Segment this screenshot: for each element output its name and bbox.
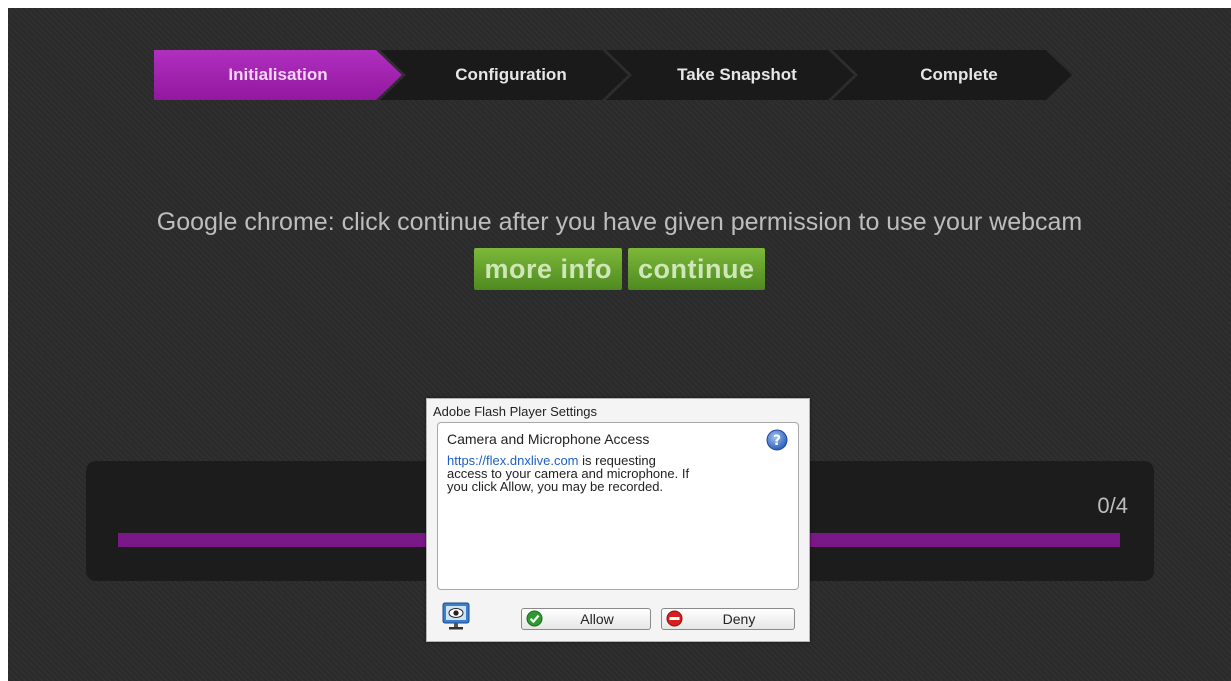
- deny-button[interactable]: Deny: [661, 608, 795, 630]
- app-stage: Initialisation Configuration Take Snapsh…: [8, 8, 1231, 681]
- svg-text:?: ?: [773, 433, 781, 449]
- dialog-title: Adobe Flash Player Settings: [433, 404, 598, 419]
- dialog-content: Camera and Microphone Access ? https://f…: [437, 422, 799, 590]
- action-buttons: more info continue: [8, 248, 1231, 290]
- help-icon[interactable]: ?: [766, 429, 788, 451]
- step-take-snapshot[interactable]: Take Snapshot: [606, 50, 854, 100]
- continue-button[interactable]: continue: [628, 248, 765, 290]
- wizard-stepper: Initialisation Configuration Take Snapsh…: [154, 50, 1050, 100]
- step-configuration[interactable]: Configuration: [380, 50, 628, 100]
- instruction-message: Google chrome: click continue after you …: [156, 208, 1083, 236]
- step-initialisation[interactable]: Initialisation: [154, 50, 402, 100]
- webcam-settings-icon[interactable]: [441, 601, 471, 631]
- allow-label: Allow: [580, 611, 614, 627]
- more-info-button[interactable]: more info: [474, 248, 622, 290]
- step-label: Take Snapshot: [677, 65, 797, 84]
- step-label: Initialisation: [228, 65, 328, 84]
- step-label: Configuration: [455, 65, 567, 84]
- allow-button[interactable]: Allow: [521, 608, 651, 630]
- body-text-3: you click Allow, you may be recorded.: [447, 479, 664, 494]
- step-complete[interactable]: Complete: [832, 50, 1072, 100]
- deny-label: Deny: [722, 611, 756, 627]
- dialog-body: https://flex.dnxlive.com is requesting a…: [447, 454, 767, 493]
- flash-settings-dialog: Adobe Flash Player Settings Camera and M…: [426, 398, 810, 642]
- dialog-heading: Camera and Microphone Access: [447, 431, 650, 447]
- progress-count: 0/4: [1097, 493, 1128, 518]
- step-label: Complete: [920, 65, 998, 84]
